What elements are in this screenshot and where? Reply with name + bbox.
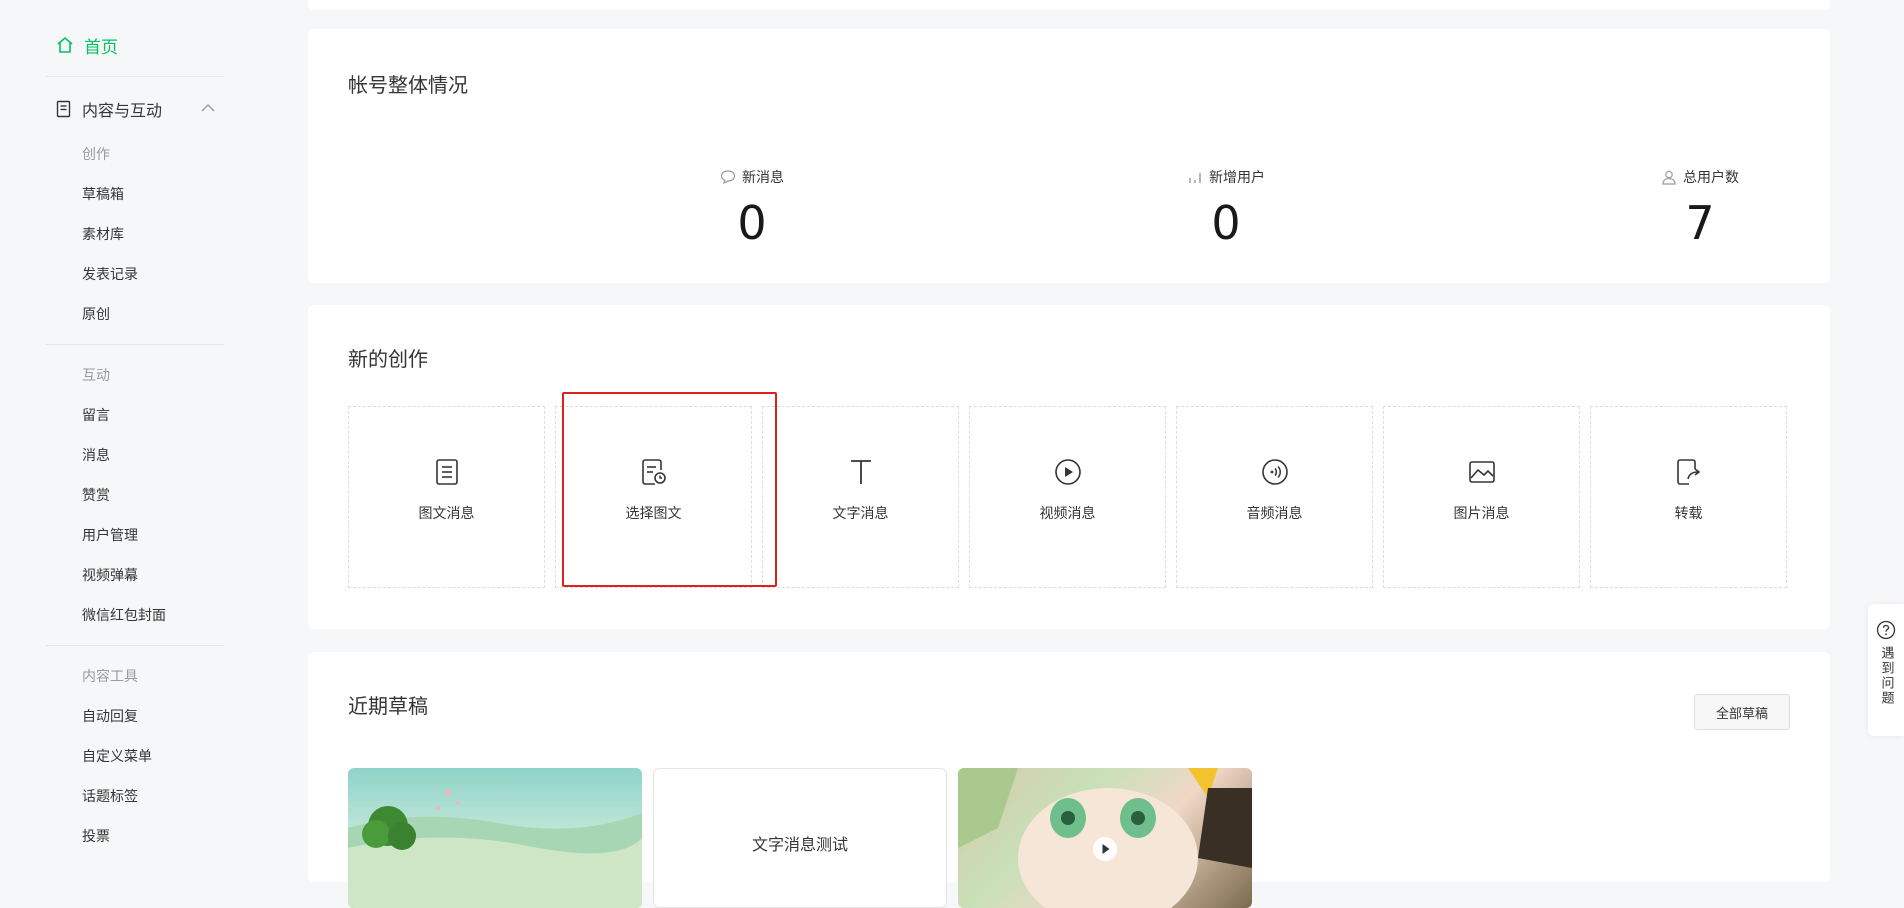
create-item-label: 文字消息: [832, 506, 889, 522]
nav-item-original[interactable]: 原创: [82, 304, 110, 324]
divider: [46, 76, 224, 77]
audio-circle-icon: [1261, 459, 1288, 485]
home-icon: [57, 36, 73, 53]
play-icon[interactable]: [1092, 836, 1118, 862]
drafts-title: 近期草稿: [348, 694, 428, 718]
stat-value: 7: [1685, 196, 1715, 250]
all-drafts-button[interactable]: 全部草稿: [1694, 694, 1790, 730]
chat-icon: [720, 170, 736, 185]
nav-item-topic-tags[interactable]: 话题标签: [82, 786, 138, 806]
play-circle-icon: [1054, 459, 1081, 485]
draft-card-text[interactable]: 文字消息测试: [653, 768, 947, 908]
document-icon: [56, 100, 71, 118]
create-item-label: 选择图文: [625, 506, 682, 522]
create-article-button[interactable]: 图文消息: [348, 406, 545, 588]
nav-item-red-packet-cover[interactable]: 微信红包封面: [82, 605, 166, 625]
nav-group-content[interactable]: 内容与互动: [56, 96, 226, 122]
stat-total-users[interactable]: 总用户数 7: [1550, 167, 1850, 249]
divider: [46, 645, 224, 646]
divider: [46, 344, 224, 345]
question-circle-icon: [1876, 620, 1896, 640]
sidebar: 首页 内容与互动 创作 草稿箱 素材库 发表记录 原创 互动 留言 消息 赞赏 …: [0, 0, 290, 858]
nav-section-tools: 内容工具: [82, 669, 138, 685]
nav-group-label: 内容与互动: [82, 101, 163, 120]
stat-value: 0: [1211, 196, 1241, 250]
card-top-partial: [308, 0, 1830, 10]
image-icon: [1468, 461, 1495, 483]
create-repost-button[interactable]: 转载: [1590, 406, 1787, 588]
create-text-button[interactable]: 文字消息: [762, 406, 959, 588]
nav-item-rewards[interactable]: 赞赏: [82, 485, 110, 505]
stat-value: 0: [737, 196, 767, 250]
nav-section-interact: 互动: [82, 368, 110, 384]
nav-home[interactable]: 首页: [56, 32, 118, 58]
stat-new-messages[interactable]: 新消息 0: [602, 167, 902, 249]
overview-title: 帐号整体情况: [348, 73, 468, 97]
nav-item-custom-menu[interactable]: 自定义菜单: [82, 746, 152, 766]
create-image-button[interactable]: 图片消息: [1383, 406, 1580, 588]
creation-title: 新的创作: [348, 347, 428, 371]
draft-card-video[interactable]: [958, 768, 1252, 908]
recent-drafts-card: 近期草稿 全部草稿 文字消息测试: [308, 652, 1830, 908]
creation-grid: 图文消息 选择图文 文字消息 视频消息 音频消息 图片消息 转载: [348, 406, 1790, 588]
chevron-up-icon[interactable]: [200, 102, 216, 114]
nav-item-drafts[interactable]: 草稿箱: [82, 184, 124, 204]
create-item-label: 视频消息: [1039, 506, 1096, 522]
nav-item-comments[interactable]: 留言: [82, 405, 110, 425]
select-article-button[interactable]: 选择图文: [555, 406, 752, 588]
stat-new-users[interactable]: 新增用户 0: [1076, 167, 1376, 249]
share-doc-icon: [1676, 459, 1700, 485]
user-icon: [1662, 170, 1676, 185]
help-label: 遇到问题: [1878, 646, 1894, 706]
nav-item-publish-records[interactable]: 发表记录: [82, 264, 138, 284]
nav-item-materials[interactable]: 素材库: [82, 224, 124, 244]
document-icon: [435, 459, 458, 485]
nav-item-auto-reply[interactable]: 自动回复: [82, 706, 138, 726]
nav-section-create: 创作: [82, 147, 110, 163]
create-item-label: 图片消息: [1453, 506, 1510, 522]
bar-chart-icon: [1189, 173, 1201, 183]
create-item-label: 转载: [1674, 506, 1703, 522]
document-clock-icon: [641, 459, 666, 485]
stat-label: 新增用户: [1209, 170, 1265, 186]
create-audio-button[interactable]: 音频消息: [1176, 406, 1373, 588]
nav-item-user-management[interactable]: 用户管理: [82, 525, 138, 545]
draft-thumbnail: [348, 790, 642, 908]
text-icon: [850, 460, 871, 484]
create-item-label: 音频消息: [1246, 506, 1303, 522]
nav-item-video-danmaku[interactable]: 视频弹幕: [82, 565, 138, 585]
account-overview-card: 帐号整体情况 新消息 0 新增用户 0 总用户数 7: [308, 29, 1830, 283]
draft-card-image[interactable]: [348, 768, 642, 908]
nav-item-messages[interactable]: 消息: [82, 445, 110, 465]
create-item-label: 图文消息: [418, 506, 475, 522]
stat-label: 新消息: [742, 170, 784, 186]
draft-text: 文字消息测试: [751, 835, 848, 854]
new-creation-card: 新的创作 图文消息 选择图文 文字消息 视频消息 音频消息 图片消息 转载: [308, 305, 1830, 629]
help-float-button[interactable]: 遇到问题: [1868, 604, 1904, 736]
nav-item-vote[interactable]: 投票: [82, 826, 110, 846]
create-video-button[interactable]: 视频消息: [969, 406, 1166, 588]
stat-label: 总用户数: [1683, 170, 1739, 186]
nav-home-label: 首页: [84, 37, 118, 58]
